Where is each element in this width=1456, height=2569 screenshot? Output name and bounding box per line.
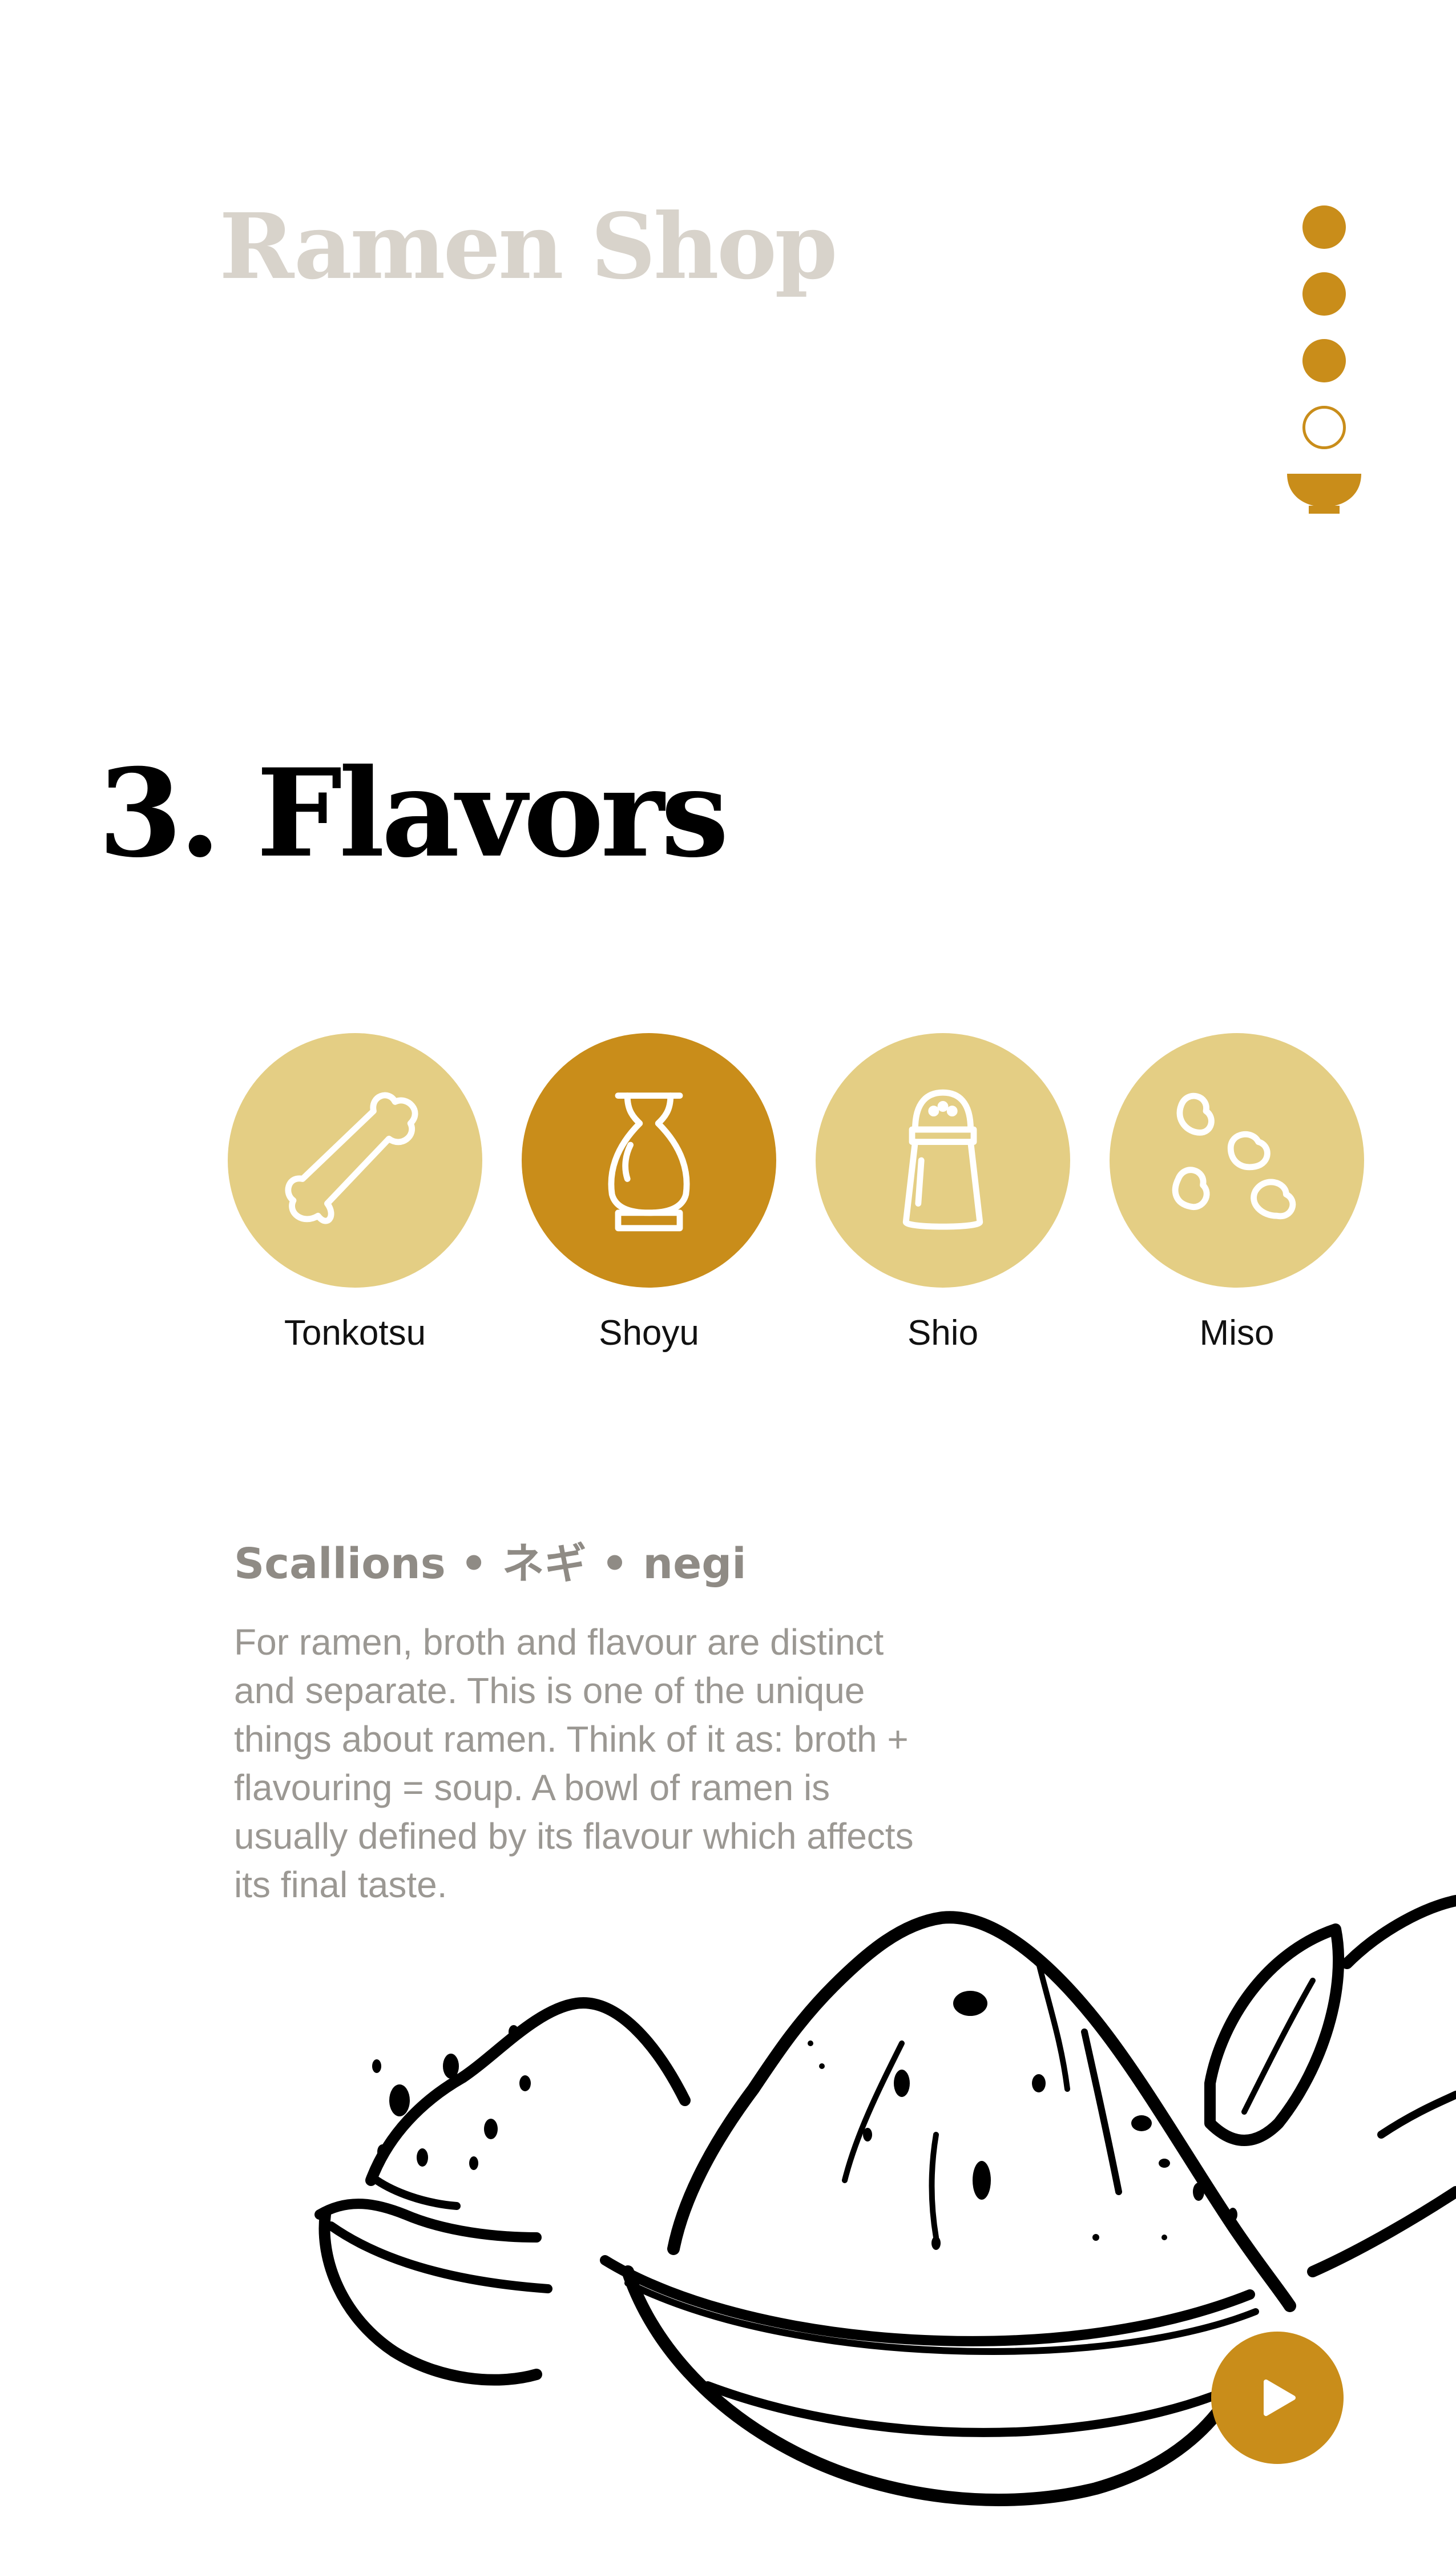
flavor-label: Tonkotsu	[284, 1313, 426, 1353]
bowl-icon	[1287, 474, 1361, 514]
ingredient-title: Scallions • ネギ • negi	[234, 1539, 747, 1588]
progress-step-2-complete	[1302, 272, 1346, 316]
flavor-circle	[228, 1033, 482, 1288]
ingredient-description: For ramen, broth and flavour are distinc…	[234, 1622, 914, 1905]
flavor-option-shoyu[interactable]: Shoyu	[522, 1033, 776, 1353]
flavor-label: Shio	[907, 1313, 979, 1353]
salt-shaker-icon	[902, 1089, 983, 1230]
progress-step-4-pending	[1302, 406, 1346, 449]
play-button[interactable]	[1211, 2332, 1344, 2464]
flavor-circle	[522, 1033, 776, 1288]
bone-icon	[285, 1092, 418, 1224]
flavor-circle	[816, 1033, 1070, 1288]
flavor-option-miso[interactable]: Miso	[1110, 1033, 1364, 1353]
beans-icon	[1172, 1092, 1296, 1220]
brand-title: Ramen Shop	[219, 194, 838, 300]
section-title: 3. Flavors	[98, 742, 729, 884]
flavor-circle	[1110, 1033, 1364, 1288]
flavor-label: Miso	[1199, 1313, 1274, 1353]
flavor-label: Shoyu	[599, 1313, 699, 1353]
miso-paste-illustration	[314, 1895, 1456, 2506]
flavor-option-shio[interactable]: Shio	[816, 1033, 1070, 1353]
progress-indicator	[1287, 205, 1361, 525]
soy-sauce-bottle-icon	[608, 1092, 690, 1232]
progress-step-1-complete	[1302, 205, 1346, 249]
flavor-option-tonkotsu[interactable]: Tonkotsu	[228, 1033, 482, 1353]
progress-step-3-complete	[1302, 339, 1346, 382]
play-icon	[1264, 2380, 1296, 2416]
